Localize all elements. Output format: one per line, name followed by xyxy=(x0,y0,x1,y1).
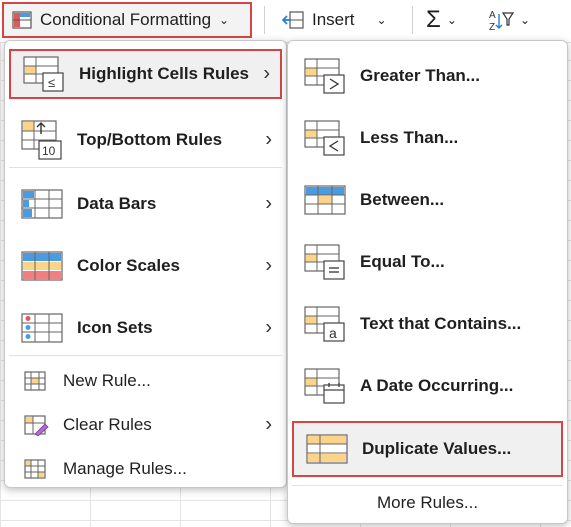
conditional-formatting-icon xyxy=(12,11,32,29)
icon-sets-icon xyxy=(21,313,63,343)
greater-than-icon xyxy=(304,58,345,94)
chevron-right-icon: › xyxy=(265,413,272,436)
menu-item-label: New Rule... xyxy=(63,371,151,390)
menu-item-label: Less Than... xyxy=(360,128,459,147)
menu-item-top-bottom-rules[interactable]: 10 Top/Bottom Rules › xyxy=(9,113,282,167)
top-bottom-icon: 10 xyxy=(21,120,62,160)
menu-item-label: Equal To... xyxy=(360,252,445,271)
svg-text:A: A xyxy=(489,10,496,21)
conditional-formatting-label: Conditional Formatting xyxy=(40,10,212,29)
highlight-cells-submenu: Greater Than... Less Than... Between... xyxy=(287,40,568,524)
more-rules-item[interactable]: More Rules... xyxy=(288,493,567,513)
manage-rules-icon xyxy=(24,459,46,479)
menu-item-manage-rules[interactable]: Manage Rules... xyxy=(9,451,282,487)
menu-item-label: Color Scales xyxy=(77,256,180,275)
menu-item-highlight-cells-rules[interactable]: ≤ Highlight Cells Rules › xyxy=(9,49,282,99)
menu-item-label: Between... xyxy=(360,190,445,209)
clear-rules-icon xyxy=(24,415,49,436)
chevron-right-icon: › xyxy=(265,128,272,151)
menu-divider xyxy=(9,167,282,168)
menu-item-label: Highlight Cells Rules xyxy=(79,64,250,83)
insert-cells-icon xyxy=(282,11,304,29)
color-scales-icon xyxy=(21,251,63,281)
chevron-down-icon: ⌄ xyxy=(219,13,230,27)
menu-item-label: Text that Contains... xyxy=(360,314,522,333)
data-bars-icon xyxy=(21,189,63,219)
chevron-right-icon: › xyxy=(263,62,270,85)
menu-divider xyxy=(292,485,563,486)
ribbon-toolbar: Conditional Formatting ⌄ Insert ⌄ Σ ⌄ A … xyxy=(0,0,571,43)
menu-item-new-rule[interactable]: New Rule... xyxy=(9,363,282,399)
menu-item-duplicate-values[interactable]: Duplicate Values... xyxy=(292,421,563,477)
menu-item-label: A Date Occurring... xyxy=(360,376,514,395)
menu-item-label: Top/Bottom Rules xyxy=(77,130,223,149)
autosum-button[interactable]: Σ ⌄ xyxy=(426,2,478,38)
sort-filter-icon: A Z xyxy=(489,10,514,32)
chevron-down-icon: ⌄ xyxy=(376,13,387,27)
menu-item-between[interactable]: Between... xyxy=(292,175,563,225)
menu-item-equal-to[interactable]: Equal To... xyxy=(292,237,563,287)
text-contains-icon: a xyxy=(304,306,345,342)
equal-to-icon xyxy=(304,244,345,280)
menu-item-label: Duplicate Values... xyxy=(362,439,512,458)
less-than-icon xyxy=(304,120,345,156)
menu-item-label: Data Bars xyxy=(77,194,157,213)
menu-item-color-scales[interactable]: Color Scales › xyxy=(9,239,282,293)
insert-button[interactable]: Insert ⌄ xyxy=(278,2,392,38)
chevron-right-icon: › xyxy=(265,192,272,215)
menu-item-less-than[interactable]: Less Than... xyxy=(292,113,563,163)
menu-item-greater-than[interactable]: Greater Than... xyxy=(292,51,563,101)
between-icon xyxy=(304,185,346,215)
menu-item-data-bars[interactable]: Data Bars › xyxy=(9,177,282,231)
menu-item-icon-sets[interactable]: Icon Sets › xyxy=(9,301,282,355)
menu-item-text-that-contains[interactable]: a Text that Contains... xyxy=(292,299,563,349)
menu-item-label: Manage Rules... xyxy=(63,459,187,478)
menu-item-label: Greater Than... xyxy=(360,66,480,85)
chevron-down-icon: ⌄ xyxy=(446,13,457,27)
conditional-formatting-button[interactable]: Conditional Formatting ⌄ xyxy=(2,2,252,38)
duplicate-values-icon xyxy=(306,434,348,464)
insert-label: Insert xyxy=(312,10,355,29)
svg-text:Z: Z xyxy=(489,22,495,32)
svg-text:≤: ≤ xyxy=(48,75,55,90)
new-rule-icon xyxy=(24,371,46,391)
sort-filter-button[interactable]: A Z ⌄ xyxy=(488,2,548,38)
menu-item-label: Icon Sets xyxy=(77,318,153,337)
svg-text:a: a xyxy=(329,325,337,341)
toolbar-separator xyxy=(264,6,265,34)
menu-item-date-occurring[interactable]: A Date Occurring... xyxy=(292,361,563,411)
menu-item-clear-rules[interactable]: Clear Rules › xyxy=(9,407,282,443)
chevron-right-icon: › xyxy=(265,316,272,339)
date-occurring-icon xyxy=(304,368,345,404)
conditional-formatting-menu: ≤ Highlight Cells Rules › 10 Top/Bottom … xyxy=(4,40,287,488)
menu-item-label: Clear Rules xyxy=(63,415,152,434)
toolbar-separator xyxy=(412,6,413,34)
menu-divider xyxy=(9,355,282,356)
chevron-right-icon: › xyxy=(265,254,272,277)
chevron-down-icon: ⌄ xyxy=(520,13,531,27)
highlight-cells-icon: ≤ xyxy=(23,56,64,92)
sigma-icon: Σ xyxy=(426,6,441,33)
svg-text:10: 10 xyxy=(42,144,56,158)
